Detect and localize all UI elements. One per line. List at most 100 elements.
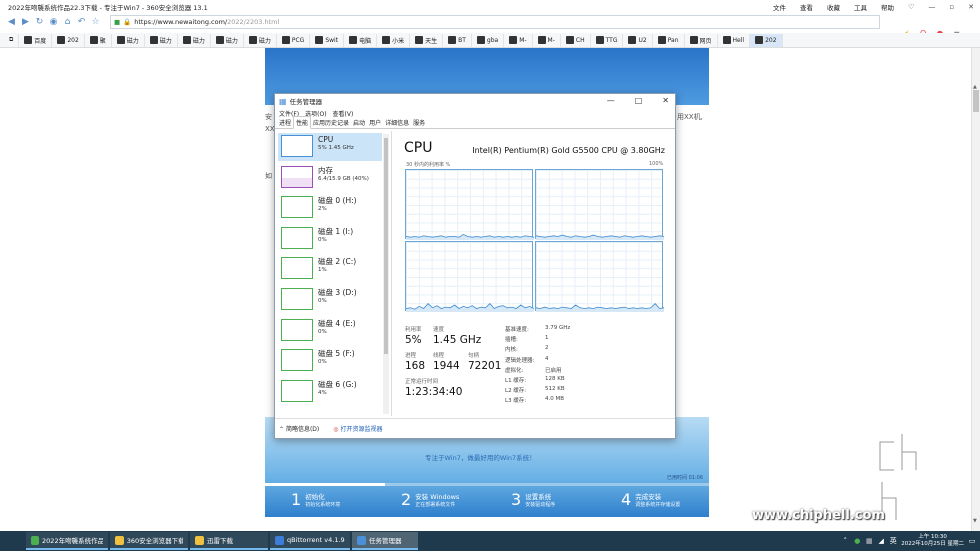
fewer-details-button[interactable]: ⌃ 简略信息(D) (279, 424, 319, 433)
favorite-item[interactable]: 202 (52, 33, 85, 47)
favorite-item[interactable]: 聚 (85, 33, 112, 47)
volume-icon[interactable]: ◢ (877, 537, 885, 545)
tab-users[interactable]: 用户 (367, 117, 383, 128)
page-scrollbar[interactable]: ▲ ▼ (971, 48, 980, 531)
home-icon[interactable]: ⌂ (62, 17, 73, 28)
sidebar-scrollbar[interactable] (383, 134, 389, 414)
detail-value: 已启用 (545, 367, 562, 374)
favorite-item[interactable]: 百度 (19, 33, 53, 47)
tab-details[interactable]: 详细信息 (383, 117, 411, 128)
url-input[interactable]: ■ 🔒 https://www.newaitong.com/2022/2203.… (110, 15, 880, 29)
star-icon[interactable]: ☆ (90, 17, 101, 28)
detail-value: 512 KB (545, 386, 565, 393)
favorite-label: CH (575, 36, 585, 44)
favorite-item[interactable]: PCG (277, 33, 311, 47)
page-text-left: 安 (265, 113, 272, 121)
perf-item[interactable]: 磁盘 4 (E:) 0% (278, 317, 382, 345)
sidebar-scroll-thumb[interactable] (384, 138, 388, 354)
perf-item-name: CPU (318, 135, 334, 144)
perf-item[interactable]: 磁盘 2 (C:) 1% (278, 255, 382, 283)
scroll-down-icon[interactable]: ▼ (973, 518, 977, 524)
perf-item-value: 2% (318, 206, 327, 213)
favorite-item[interactable]: 磁力 (211, 33, 244, 47)
favorite-item[interactable]: Hell (718, 33, 751, 47)
tm-maximize-button[interactable]: □ (635, 96, 643, 105)
perf-item-name: 内存 (318, 165, 333, 175)
address-toolbar: ◀ ▶ ↻ ◉ ⌂ ↶ ☆ ■ 🔒 https://www.newaitong.… (0, 13, 980, 38)
menu-view[interactable]: 查看 (800, 2, 813, 12)
taskbar-item[interactable]: 2022年吻襲系统作品... (26, 532, 108, 550)
taskbar-item[interactable]: 360安全浏览器下载 (110, 532, 188, 550)
favorite-item[interactable]: 磁力 (244, 33, 277, 47)
perf-item-name: 磁盘 0 (H:) (318, 196, 357, 206)
menu-favorites[interactable]: 收藏 (827, 2, 840, 12)
perf-item[interactable]: 内存 6.4/15.9 GB (40%) (278, 164, 382, 192)
favorite-item[interactable]: U2 (623, 33, 653, 47)
favorite-item[interactable]: gba (472, 33, 505, 47)
favorite-item[interactable]: 天生 (410, 33, 444, 47)
perf-item[interactable]: 磁盘 3 (D:) 0% (278, 286, 382, 314)
favorite-item[interactable]: 磁力 (112, 33, 145, 47)
utilization-max-label: 100% (649, 161, 664, 167)
forward-icon[interactable]: ▶ (20, 17, 31, 28)
open-resource-monitor-link[interactable]: ◎ 打开资源监视器 (333, 424, 382, 433)
taskbar-item[interactable]: 任务管理器 (352, 532, 418, 550)
tab-processes[interactable]: 进程 (277, 117, 293, 128)
network-icon[interactable]: ▦ (865, 537, 873, 545)
menu-file[interactable]: 文件 (773, 2, 786, 12)
favorite-item[interactable]: TTG (591, 33, 624, 47)
perf-item[interactable]: 磁盘 1 (I:) 0% (278, 225, 382, 253)
perf-item[interactable]: 磁盘 6 (G:) 4% (278, 378, 382, 406)
refresh-icon[interactable]: ↻ (34, 17, 45, 28)
clock[interactable]: 上午 10:30 2022年10月25日 星期二 (901, 534, 964, 548)
close-button[interactable]: ✕ (968, 3, 974, 11)
favorite-item[interactable]: Swit (310, 33, 345, 47)
maximize-button[interactable]: ▫ (949, 3, 954, 11)
skin-icon[interactable]: ♡ (908, 3, 914, 11)
favorite-item[interactable]: M- (533, 33, 561, 47)
perf-item[interactable]: 磁盘 5 (F:) 0% (278, 347, 382, 375)
favorites-toggle-icon[interactable]: ⧉ (4, 33, 20, 47)
preview-icon[interactable]: ◉ (48, 17, 59, 28)
taskbar-item[interactable]: 迅雷下载 (190, 532, 268, 550)
favorite-item[interactable]: 小米 (377, 33, 411, 47)
perf-item[interactable]: CPU 5% 1.45 GHz (278, 133, 382, 161)
back-icon[interactable]: ◀ (6, 17, 17, 28)
start-button[interactable] (0, 531, 26, 551)
tab-services[interactable]: 服务 (411, 117, 427, 128)
tab-startup[interactable]: 启动 (351, 117, 367, 128)
favorite-item[interactable]: M- (504, 33, 533, 47)
detail-value: 128 KB (545, 376, 565, 382)
windows-taskbar: 2022年吻襲系统作品... 360安全浏览器下载 迅雷下载 qBittorrent … (0, 531, 980, 551)
scroll-thumb[interactable] (973, 90, 979, 112)
menu-help[interactable]: 帮助 (881, 2, 894, 12)
detail-key: 逻辑处理器: (505, 357, 535, 364)
tm-minimize-button[interactable]: — (607, 96, 615, 105)
tab-app-history[interactable]: 应用历史记录 (311, 117, 351, 128)
menu-tools[interactable]: 工具 (854, 2, 867, 12)
favorite-item[interactable]: CH (561, 33, 591, 47)
favorite-item[interactable]: 磁力 (145, 33, 178, 47)
favorite-icon (537, 36, 546, 44)
perf-item[interactable]: 磁盘 0 (H:) 2% (278, 194, 382, 222)
favorite-item[interactable]: 磁力 (178, 33, 211, 47)
task-manager-icon: ▦ (279, 96, 287, 106)
cpu-core-graph (535, 169, 664, 240)
tray-app-icon[interactable]: ● (853, 537, 861, 545)
favorite-item[interactable]: 网页 (685, 33, 718, 47)
favorite-label: 百度 (34, 37, 47, 45)
tm-close-button[interactable]: ✕ (662, 96, 669, 105)
favorite-item[interactable]: 202 (750, 33, 783, 47)
favorite-label: 聚 (99, 37, 106, 45)
show-hidden-icons[interactable]: ˄ (841, 537, 849, 545)
favorite-item[interactable]: Pan (653, 33, 685, 47)
favorite-item[interactable]: 电脑 (344, 33, 378, 47)
perf-item-name: 磁盘 6 (G:) (318, 379, 357, 389)
tab-performance[interactable]: 性能 (293, 116, 312, 129)
undo-close-icon[interactable]: ↶ (76, 17, 87, 28)
notification-icon[interactable]: ▭ (968, 537, 976, 545)
ime-icon[interactable]: 英 (889, 537, 897, 545)
minimize-button[interactable]: — (928, 3, 935, 11)
taskbar-item[interactable]: qBittorrent v4.1.9 (270, 532, 350, 550)
favorite-item[interactable]: BT (443, 33, 472, 47)
